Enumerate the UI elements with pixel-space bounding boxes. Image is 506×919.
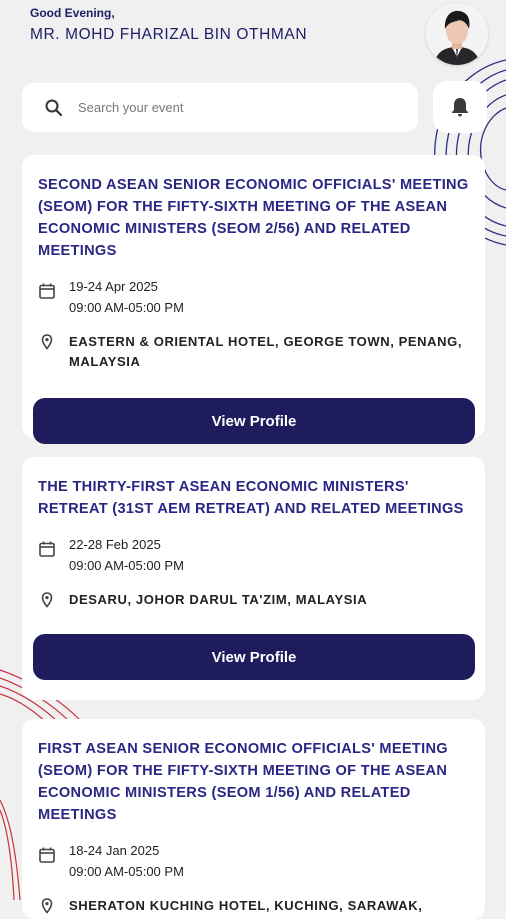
event-time: 09:00 AM-05:00 PM	[69, 863, 184, 879]
event-venue-row: SHERATON KUCHING HOTEL, KUCHING, SARAWAK…	[38, 896, 474, 916]
event-venue: DESARU, JOHOR DARUL TA'ZIM, MALAYSIA	[69, 592, 368, 607]
user-name: MR. MOHD FHARIZAL BIN OTHMAN	[30, 26, 308, 43]
greeting-text: Good Evening,	[30, 6, 115, 20]
event-venue: SHERATON KUCHING HOTEL, KUCHING, SARAWAK…	[69, 898, 423, 913]
event-card: THE THIRTY-FIRST ASEAN ECONOMIC MINISTER…	[22, 457, 485, 700]
bell-icon	[452, 98, 468, 117]
avatar[interactable]	[426, 3, 488, 65]
calendar-icon	[39, 283, 55, 299]
event-title: THE THIRTY-FIRST ASEAN ECONOMIC MINISTER…	[38, 479, 464, 517]
event-date-row: 22-28 Feb 2025 09:00 AM-05:00 PM	[38, 535, 474, 576]
event-datetime: 22-28 Feb 2025 09:00 AM-05:00 PM	[69, 535, 184, 576]
location-pin-icon	[41, 334, 53, 350]
event-datetime: 19-24 Apr 2025 09:00 AM-05:00 PM	[69, 277, 184, 318]
search-input[interactable]	[76, 99, 380, 116]
event-date-row: 19-24 Apr 2025 09:00 AM-05:00 PM	[38, 277, 474, 318]
calendar-icon	[39, 541, 55, 557]
event-card: SECOND ASEAN SENIOR ECONOMIC OFFICIALS' …	[22, 155, 485, 444]
event-date-row: 18-24 Jan 2025 09:00 AM-05:00 PM	[38, 841, 474, 882]
event-venue-row: EASTERN & ORIENTAL HOTEL, GEORGE TOWN, P…	[38, 332, 474, 372]
event-time: 09:00 AM-05:00 PM	[69, 299, 184, 315]
event-title: SECOND ASEAN SENIOR ECONOMIC OFFICIALS' …	[38, 177, 469, 259]
search-icon	[45, 99, 63, 116]
event-venue: EASTERN & ORIENTAL HOTEL, GEORGE TOWN, P…	[69, 334, 463, 369]
event-venue-row: DESARU, JOHOR DARUL TA'ZIM, MALAYSIA	[38, 590, 474, 610]
location-pin-icon	[41, 592, 53, 608]
header: Good Evening, MR. MOHD FHARIZAL BIN OTHM…	[30, 6, 307, 44]
search-bar[interactable]	[22, 83, 418, 132]
event-time: 09:00 AM-05:00 PM	[69, 557, 184, 573]
notifications-button[interactable]	[433, 81, 487, 133]
event-title: FIRST ASEAN SENIOR ECONOMIC OFFICIALS' M…	[38, 741, 448, 823]
calendar-icon	[39, 847, 55, 863]
event-datetime: 18-24 Jan 2025 09:00 AM-05:00 PM	[69, 841, 184, 882]
event-date: 18-24 Jan 2025	[69, 843, 160, 858]
event-card: FIRST ASEAN SENIOR ECONOMIC OFFICIALS' M…	[22, 719, 485, 919]
view-profile-button[interactable]: View Profile	[33, 398, 475, 444]
avatar-portrait-icon	[426, 3, 488, 65]
event-date: 19-24 Apr 2025	[69, 279, 158, 294]
view-profile-button[interactable]: View Profile	[33, 634, 475, 680]
event-date: 22-28 Feb 2025	[69, 537, 161, 552]
